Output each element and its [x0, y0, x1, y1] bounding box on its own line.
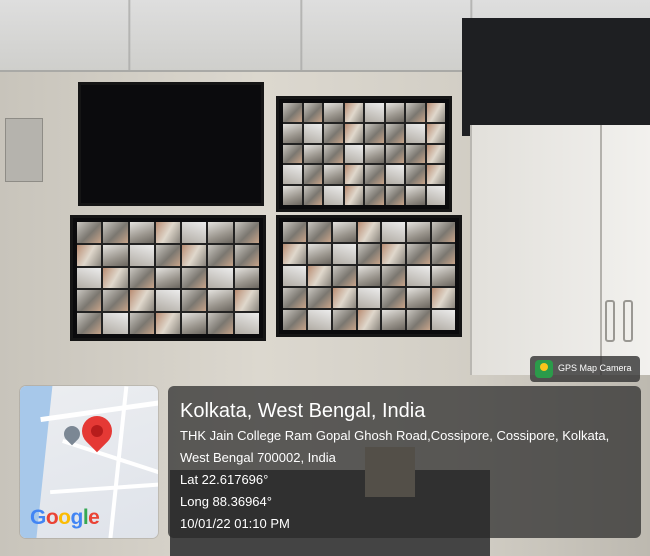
monitor-top-right — [276, 96, 452, 212]
location-title: Kolkata, West Bengal, India — [180, 400, 426, 422]
location-info-panel: Kolkata, West Bengal, India THK Jain Col… — [168, 386, 641, 538]
cctv-grid — [283, 222, 455, 330]
gps-camera-badge: GPS Map Camera — [530, 356, 640, 382]
longitude: Long 88.36964° — [180, 494, 272, 509]
monitor-bottom-left — [70, 215, 266, 341]
cabinet-handle-right — [623, 300, 633, 342]
monitor-bottom-right — [276, 215, 462, 337]
address-line-1: THK Jain College Ram Gopal Ghosh Road,Co… — [180, 428, 610, 443]
cctv-grid — [77, 222, 259, 334]
cabinet-handle-left — [605, 300, 615, 342]
monitor-top-left-off — [78, 82, 264, 206]
badge-label: GPS Map Camera — [558, 363, 632, 373]
cabinet-door-split — [600, 125, 602, 375]
wall-switch-box — [5, 118, 43, 182]
address-line-2: West Bengal 700002, India — [180, 450, 336, 465]
gps-map-camera-icon — [535, 360, 553, 378]
dark-upper-cabinet — [462, 18, 650, 136]
google-logo: Google — [30, 506, 100, 529]
map-thumbnail: Google — [20, 386, 158, 538]
location-pin-dot — [91, 425, 103, 437]
timestamp: 10/01/22 01:10 PM — [180, 516, 290, 531]
latitude: Lat 22.617696° — [180, 472, 269, 487]
cctv-grid — [283, 103, 445, 205]
photo-canvas: GPS Map Camera Google Kolkata, West Beng… — [0, 0, 650, 556]
